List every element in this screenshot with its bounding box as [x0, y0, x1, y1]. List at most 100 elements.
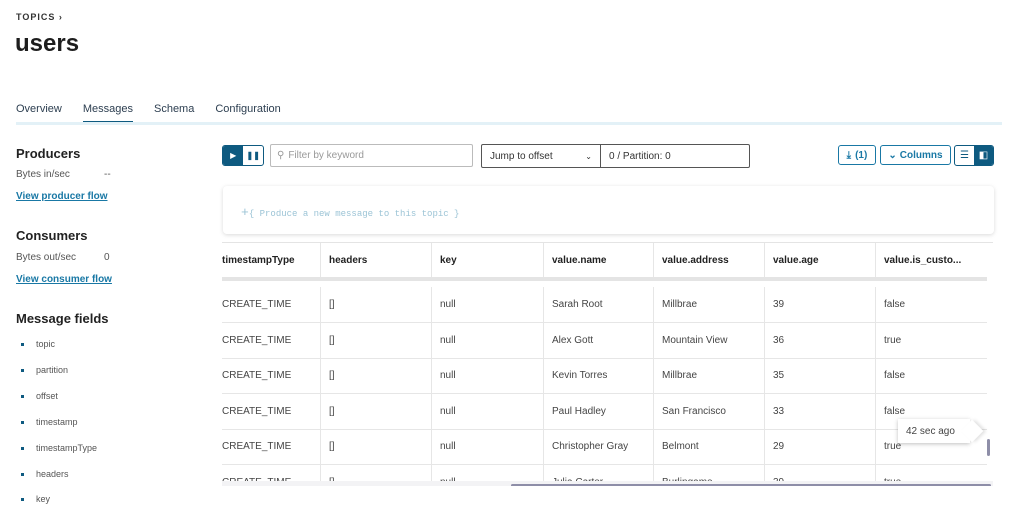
tab-messages[interactable]: Messages [82, 103, 133, 124]
consumers-heading: Consumers [16, 228, 88, 243]
table-row[interactable]: CREATE_TIME [] null Paul Hadley San Francisc… [222, 393, 987, 430]
chevron-down-icon: ⌄ [585, 151, 592, 161]
field-item[interactable]: timestamp [36, 417, 78, 427]
bytes-in-value: -- [104, 169, 111, 180]
table-cell: null [431, 358, 543, 393]
tab-schema[interactable]: Schema [154, 103, 194, 124]
view-toggle: ☰ ◧ [954, 145, 994, 166]
producers-heading: Producers [16, 146, 81, 161]
chevron-down-icon: ⌄ [888, 149, 897, 161]
field-item[interactable]: headers [36, 469, 69, 479]
table-cell: false [875, 287, 987, 322]
messages-table: timestampType headers key value.name val… [222, 242, 993, 486]
bytes-out-value: 0 [104, 252, 110, 263]
table-cell: [] [320, 358, 431, 393]
table-cell: Sarah Root [543, 287, 653, 322]
table-cell: null [431, 393, 543, 429]
horizontal-scrollbar[interactable] [511, 484, 991, 486]
bullet-icon [21, 369, 24, 372]
column-header[interactable]: value.is_custo... [875, 243, 987, 277]
download-icon: ⤓ [846, 149, 852, 161]
tab-overview[interactable]: Overview [16, 103, 62, 124]
view-producer-flow-link[interactable]: View producer flow [16, 191, 108, 202]
column-header[interactable]: key [431, 243, 543, 277]
column-header[interactable]: value.age [764, 243, 875, 277]
download-button[interactable]: ⤓ (1) [838, 145, 876, 165]
timestamp-tooltip: 42 sec ago [898, 419, 970, 443]
offset-control: Jump to offset ⌄ 0 / Partition: 0 [481, 144, 750, 168]
table-cell: 36 [764, 322, 875, 358]
field-item[interactable]: timestampType [36, 443, 97, 453]
card-view-button[interactable]: ◧ [974, 146, 993, 165]
table-cell: Millbrae [653, 358, 764, 393]
column-header[interactable]: value.address [653, 243, 764, 277]
table-row[interactable]: CREATE_TIME [] null Alex Gott Mountain View 3… [222, 322, 987, 359]
table-cell: Mountain View [653, 322, 764, 358]
vertical-scrollbar[interactable] [987, 439, 990, 456]
table-cell: Kevin Torres [543, 358, 653, 393]
table-row[interactable]: CREATE_TIME [] null Sarah Root Millbrae 39 fal… [222, 287, 987, 323]
bytes-out-label: Bytes out/sec [16, 252, 77, 263]
chevron-right-icon: › [58, 12, 63, 22]
table-cell: 35 [764, 358, 875, 393]
list-icon: ☰ [960, 150, 969, 161]
jump-to-offset-select[interactable]: Jump to offset ⌄ [482, 145, 601, 167]
table-cell: San Francisco [653, 393, 764, 429]
field-item[interactable]: key [36, 494, 50, 504]
bullet-icon [21, 343, 24, 346]
table-cell: false [875, 358, 987, 393]
table-cell: 39 [764, 287, 875, 322]
bullet-icon [21, 421, 24, 424]
tab-divider [16, 122, 1002, 125]
play-button[interactable]: ▶ [223, 146, 244, 165]
field-item[interactable]: partition [36, 365, 68, 375]
message-fields-heading: Message fields [16, 311, 109, 326]
offset-input[interactable]: 0 / Partition: 0 [601, 145, 671, 167]
page-title: users [15, 30, 80, 57]
column-header[interactable]: value.name [543, 243, 653, 277]
plus-icon: + [241, 205, 249, 220]
bullet-icon [21, 498, 24, 501]
table-cell: CREATE_TIME [222, 334, 292, 346]
table-row[interactable]: CREATE_TIME [] null Christopher Gray Belmont… [222, 429, 987, 465]
table-cell: Millbrae [653, 287, 764, 322]
bullet-icon [21, 395, 24, 398]
table-cell: CREATE_TIME [222, 370, 292, 381]
split-panel-icon: ◧ [978, 150, 989, 161]
search-icon: ⚲ [277, 150, 285, 161]
produce-message-box[interactable]: +{ Produce a new message to this topic } [223, 186, 994, 234]
pause-icon: ❚❚ [246, 151, 260, 160]
table-header-row: timestampType headers key value.name val… [222, 243, 987, 281]
table-row[interactable]: CREATE_TIME [] null Kevin Torres Millbrae 35 f… [222, 358, 987, 394]
playback-controls: ▶ ❚❚ [222, 145, 264, 166]
bullet-icon [21, 447, 24, 450]
breadcrumb-topics[interactable]: TOPICS › [16, 12, 63, 22]
table-cell: true [875, 322, 987, 358]
table-cell: null [431, 429, 543, 464]
tab-bar: Overview Messages Schema Configuration [16, 103, 302, 124]
table-cell: Belmont [653, 429, 764, 464]
list-view-button[interactable]: ☰ [955, 146, 974, 165]
column-header[interactable]: timestampType [222, 243, 320, 277]
columns-button[interactable]: ⌄ Columns [880, 145, 951, 165]
table-cell: [] [320, 287, 431, 322]
bullet-icon [21, 473, 24, 476]
table-cell: CREATE_TIME [222, 441, 292, 452]
table-cell: CREATE_TIME [222, 405, 292, 417]
table-cell: 29 [764, 429, 875, 464]
table-cell: [] [320, 322, 431, 358]
pause-button[interactable]: ❚❚ [243, 146, 263, 165]
table-cell: Christopher Gray [543, 429, 653, 464]
table-cell: null [431, 322, 543, 358]
field-item[interactable]: offset [36, 391, 58, 401]
field-item[interactable]: topic [36, 339, 55, 349]
tab-configuration[interactable]: Configuration [215, 103, 280, 124]
table-cell: [] [320, 393, 431, 429]
column-header[interactable]: headers [320, 243, 431, 277]
table-cell: 33 [764, 393, 875, 429]
bytes-in-label: Bytes in/sec [16, 169, 70, 180]
table-cell: CREATE_TIME [222, 299, 292, 310]
view-consumer-flow-link[interactable]: View consumer flow [16, 274, 112, 285]
filter-input[interactable]: ⚲ Filter by keyword [270, 144, 473, 167]
table-cell: Alex Gott [543, 322, 653, 358]
